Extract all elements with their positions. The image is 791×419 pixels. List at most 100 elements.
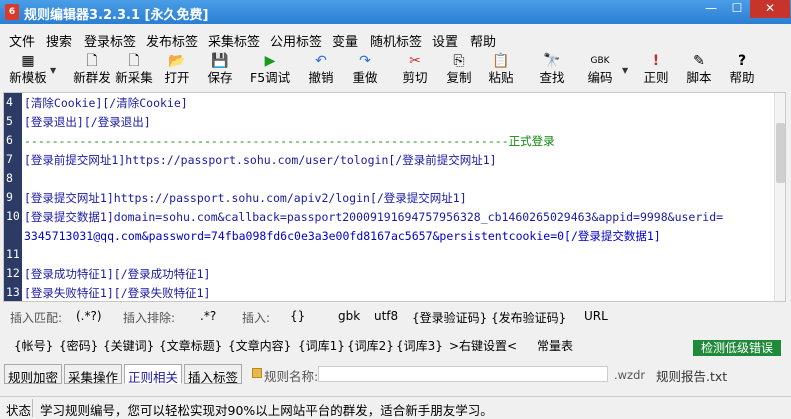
undo-icon: ↶: [315, 53, 327, 69]
code-line[interactable]: [登录提交数据1]domain=sohu.com&callback=passpo…: [24, 209, 723, 225]
code-line[interactable]: [登录成功特征1][/登录成功特征1]: [24, 266, 210, 282]
menu-search[interactable]: 搜索: [46, 31, 72, 50]
copy-button[interactable]: ⎘ 复制: [444, 52, 474, 90]
insert-exclude-label: 插入排除:: [123, 311, 176, 325]
code-line[interactable]: [登录退出][/登录退出]: [24, 114, 151, 130]
menu-settings[interactable]: 设置: [432, 31, 458, 50]
code-line[interactable]: ----------------------------------------…: [24, 133, 555, 149]
insert-utf8-button[interactable]: utf8: [374, 309, 398, 323]
status-bar: 状态 学习规则编号，您可以轻松实现对90%以上网站平台的群发，适合新手朋友学习。: [0, 396, 791, 419]
line-number: 5: [6, 114, 13, 128]
insert-url-button[interactable]: URL: [584, 309, 608, 323]
code-line[interactable]: [登录失败特征1][/登录失败特征1]: [24, 285, 210, 301]
tab-regex[interactable]: 正则相关: [124, 364, 183, 385]
undo-button[interactable]: ↶ 撤销: [306, 52, 336, 90]
rule-file-icon: [252, 368, 262, 378]
title-bar: 6 规则编辑器3.2.3.1 [永久免费] — ☐ ✕: [0, 0, 791, 24]
var-account-button[interactable]: {帐号}: [14, 337, 53, 354]
close-icon[interactable]: ✕: [750, 0, 790, 18]
menu-bar: 文件 搜索 登录标签 发布标签 采集标签 公用标签 变量 随机标签 设置 帮助: [0, 28, 791, 50]
debug-button[interactable]: ▶ F5调试: [250, 52, 290, 90]
line-number: 11: [6, 247, 20, 261]
chevron-down-icon[interactable]: ▼: [50, 66, 56, 75]
var-lexicon2-button[interactable]: {词库2}: [347, 337, 394, 354]
new-broadcast-button[interactable]: 🗋 新群发: [72, 52, 112, 90]
insert-toolbar: 插入匹配: (.*?) 插入排除: .*? 插入: {} gbk utf8 {登…: [0, 306, 791, 326]
maximize-icon[interactable]: ☐: [724, 0, 750, 18]
menu-publish-tag[interactable]: 发布标签: [146, 31, 198, 50]
window-title: 规则编辑器3.2.3.1 [永久免费]: [24, 8, 209, 23]
help-icon: ?: [737, 53, 747, 69]
rule-report-link[interactable]: 规则报告.txt: [656, 366, 727, 385]
code-editor[interactable]: 4 5 6 7 8 9 10 11 12 13 [清除Cookie][/清除Co…: [3, 92, 786, 302]
var-article-title-button[interactable]: {文章标题}: [159, 337, 222, 354]
detect-errors-button[interactable]: 检测低级错误: [693, 340, 781, 356]
menu-random-tag[interactable]: 随机标签: [370, 31, 422, 50]
var-article-content-button[interactable]: {文章内容}: [228, 337, 291, 354]
var-password-button[interactable]: {密码}: [59, 337, 98, 354]
help-button[interactable]: ? 帮助: [727, 52, 757, 90]
new-file-icon: 🗋: [86, 53, 98, 69]
status-text: 学习规则编号，您可以轻松实现对90%以上网站平台的群发，适合新手朋友学习。: [40, 403, 493, 418]
new-file-icon: 🗋: [128, 53, 140, 69]
new-collect-button[interactable]: 🗋 新采集: [114, 52, 154, 90]
play-icon: ▶: [264, 53, 276, 69]
chevron-down-icon[interactable]: ▼: [622, 66, 628, 75]
var-keyword-button[interactable]: {关键词}: [103, 337, 154, 354]
code-line[interactable]: 3345713031@qq.com&password=74fba098fd6c0…: [24, 228, 661, 244]
menu-public-tag[interactable]: 公用标签: [270, 31, 322, 50]
insert-gbk-button[interactable]: gbk: [338, 309, 360, 323]
cut-button[interactable]: ✂ 剪切: [400, 52, 430, 90]
encoding-button[interactable]: GBK 编码: [585, 52, 615, 90]
variable-toolbar: {帐号} {密码} {关键词} {文章标题} {文章内容} {词库1} {词库2…: [0, 334, 791, 354]
menu-file[interactable]: 文件: [9, 31, 35, 50]
copy-icon: ⎘: [453, 53, 465, 69]
paste-button[interactable]: 📋 粘贴: [486, 52, 516, 90]
constants-table-button[interactable]: 常量表: [537, 337, 573, 354]
scrollbar-thumb[interactable]: [776, 123, 785, 183]
open-button[interactable]: 📂 打开: [162, 52, 192, 90]
scissors-icon: ✂: [409, 53, 421, 69]
code-line[interactable]: [登录提交网址1]https://passport.sohu.com/apiv2…: [24, 190, 467, 206]
tab-insert-tags[interactable]: 插入标签: [184, 364, 243, 385]
insert-exclude-button[interactable]: .*?: [200, 309, 216, 323]
menu-variable[interactable]: 变量: [332, 31, 358, 50]
status-divider: [32, 399, 33, 417]
line-number: 9: [6, 190, 13, 204]
script-button[interactable]: ✎ 脚本: [684, 52, 714, 90]
line-number: 13: [6, 285, 20, 299]
menu-help[interactable]: 帮助: [470, 31, 496, 50]
insert-match-label: 插入匹配:: [10, 311, 63, 325]
redo-button[interactable]: ↷ 重做: [350, 52, 380, 90]
var-lexicon1-button[interactable]: {词库1}: [298, 337, 345, 354]
insert-login-captcha-button[interactable]: {登录验证码}: [412, 309, 487, 326]
code-line[interactable]: [登录前提交网址1]https://passport.sohu.com/user…: [24, 152, 497, 168]
line-number: 7: [6, 152, 13, 166]
app-icon: 6: [5, 4, 19, 20]
menu-collect-tag[interactable]: 采集标签: [208, 31, 260, 50]
tab-collect-ops[interactable]: 采集操作: [64, 364, 123, 385]
regex-button[interactable]: ! 正则: [641, 52, 671, 90]
new-template-button[interactable]: ▦ 新模板: [8, 52, 48, 90]
right-click-settings-button[interactable]: >右键设置<: [449, 337, 517, 354]
line-number: 10: [6, 209, 20, 223]
line-number: 8: [6, 171, 13, 185]
menu-login-tag[interactable]: 登录标签: [84, 31, 136, 50]
insert-label: 插入:: [242, 311, 271, 325]
var-lexicon3-button[interactable]: {词库3}: [396, 337, 443, 354]
rule-extension: .wzdr: [614, 368, 646, 382]
insert-braces-button[interactable]: {}: [290, 309, 305, 323]
clipboard-icon: 📋: [492, 53, 510, 69]
rule-name-input[interactable]: [318, 366, 608, 382]
redo-icon: ↷: [359, 53, 371, 69]
insert-match-button[interactable]: (.*?): [76, 309, 102, 323]
insert-publish-captcha-button[interactable]: {发布验证码}: [491, 309, 566, 326]
script-icon: ✎: [693, 53, 705, 69]
grid-icon: ▦: [21, 53, 35, 69]
save-button[interactable]: 💾 保存: [205, 52, 235, 90]
code-line[interactable]: [清除Cookie][/清除Cookie]: [24, 95, 188, 111]
tab-rule-encrypt[interactable]: 规则加密: [4, 364, 63, 385]
find-button[interactable]: 🔭 查找: [537, 52, 567, 90]
minimize-icon[interactable]: —: [698, 0, 724, 18]
regex-icon: !: [652, 53, 660, 69]
